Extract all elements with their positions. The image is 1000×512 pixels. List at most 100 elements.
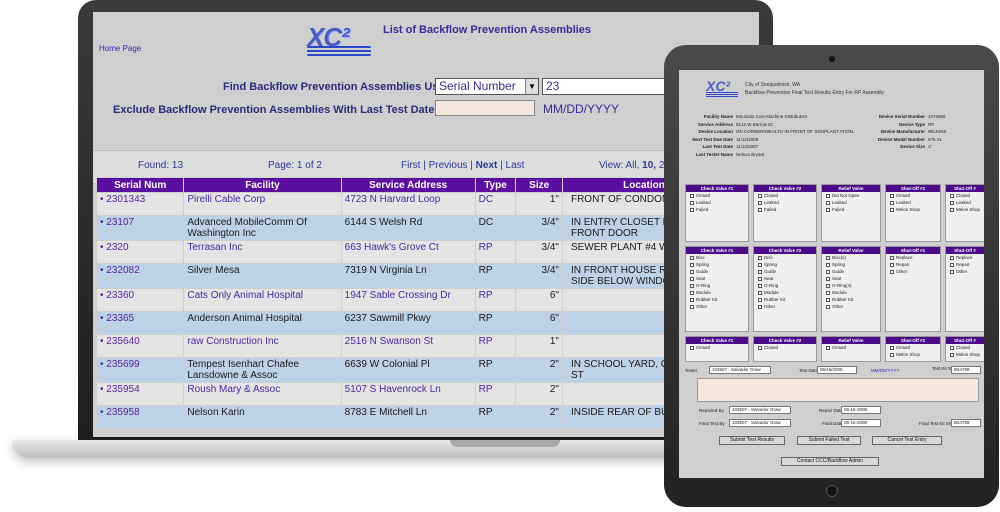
serial-cell[interactable]: 23107 — [95, 215, 185, 241]
checkbox-row[interactable]: Replace — [886, 254, 940, 261]
col-type[interactable]: Type — [474, 177, 517, 193]
checkbox-row[interactable]: Leaked — [686, 199, 748, 206]
checkbox-row[interactable]: Other — [886, 268, 940, 275]
col-serial-num[interactable]: Serial Num — [95, 177, 185, 193]
serial-cell[interactable]: 232082 — [95, 263, 185, 289]
checkbox[interactable] — [950, 193, 954, 198]
serial-cell[interactable]: 23360 — [95, 288, 185, 312]
checkbox-row[interactable]: Rubber Kit — [822, 296, 880, 303]
checkbox-row[interactable]: O-Ring — [754, 282, 816, 289]
checkbox[interactable] — [950, 207, 954, 212]
checkbox[interactable] — [758, 200, 762, 205]
table-row[interactable]: 235958Nelson Karin8783 E Mitchell LnRP2"… — [95, 405, 759, 429]
checkbox[interactable] — [890, 269, 894, 274]
checkbox-row[interactable]: Closed — [754, 192, 816, 199]
checkbox[interactable] — [826, 255, 830, 260]
checkbox-row[interactable]: Spring — [754, 261, 816, 268]
checkbox-row[interactable]: Closed — [686, 192, 748, 199]
checkbox[interactable] — [826, 269, 830, 274]
table-row[interactable]: 235954Roush Mary & Assoc5107 S Havenrock… — [95, 382, 759, 406]
checkbox[interactable] — [950, 352, 954, 357]
checkbox-row[interactable]: Guide — [754, 268, 816, 275]
checkbox[interactable] — [758, 283, 762, 288]
checkbox-row[interactable]: Disc — [686, 254, 748, 261]
checkbox-row[interactable]: Spring — [822, 261, 880, 268]
repaired-by-select[interactable]: 103507 - Salvador Graw — [729, 406, 791, 414]
checkbox[interactable] — [758, 304, 762, 309]
checkbox[interactable] — [826, 290, 830, 295]
checkbox[interactable] — [890, 345, 894, 350]
checkbox[interactable] — [758, 255, 762, 260]
checkbox[interactable] — [690, 193, 694, 198]
checkbox[interactable] — [826, 193, 830, 198]
checkbox[interactable] — [690, 345, 694, 350]
table-row[interactable]: 23107Advanced MobileComm Of Washington I… — [95, 215, 759, 241]
test-kit-input[interactable]: B54789 — [951, 366, 981, 374]
checkbox-row[interactable]: Rubber Kit — [754, 296, 816, 303]
checkbox[interactable] — [826, 304, 830, 309]
final-test-by-select[interactable]: 103507 - Salvador Graw — [729, 419, 791, 427]
table-row[interactable]: 232082Silver Mesa7319 N Virginia LnRP3/4… — [95, 263, 759, 289]
table-row[interactable]: 235640raw Construction Inc2516 N Swanson… — [95, 334, 759, 358]
checkbox[interactable] — [890, 200, 894, 205]
col-facility[interactable]: Facility — [183, 177, 342, 193]
home-button[interactable] — [826, 485, 838, 497]
col-service-address[interactable]: Service Address — [340, 177, 476, 193]
final-date-input[interactable]: 06-16-2008 — [841, 419, 881, 427]
checkbox[interactable] — [950, 345, 954, 350]
checkbox[interactable] — [690, 269, 694, 274]
table-row[interactable]: 23365Anderson Animal Hospital6237 Sawmil… — [95, 311, 759, 335]
checkbox-row[interactable]: Melon Shop — [946, 351, 984, 358]
cancel-test-entry-button[interactable]: Cancel Test Entry — [872, 436, 942, 445]
checkbox[interactable] — [758, 207, 762, 212]
contact-admin-button[interactable]: Contact CCC/Backflow Admin — [781, 457, 879, 466]
checkbox-row[interactable]: Guide — [686, 268, 748, 275]
checkbox-row[interactable]: Rubber Kit — [686, 296, 748, 303]
checkbox-row[interactable]: Repair — [946, 261, 984, 268]
col-size[interactable]: Size — [515, 177, 563, 193]
comments-textarea[interactable] — [697, 378, 979, 402]
checkbox[interactable] — [826, 207, 830, 212]
serial-cell[interactable]: 235958 — [95, 405, 185, 429]
checkbox-row[interactable]: O-Ring(s) — [822, 282, 880, 289]
checkbox-row[interactable]: Seat — [822, 275, 880, 282]
checkbox[interactable] — [758, 262, 762, 267]
checkbox[interactable] — [950, 262, 954, 267]
checkbox-row[interactable]: Replace — [946, 254, 984, 261]
checkbox[interactable] — [826, 297, 830, 302]
checkbox-row[interactable]: Closed — [886, 192, 940, 199]
checkbox[interactable] — [890, 352, 894, 357]
table-row[interactable]: 235699Tempest Isenhart Chafee Lansdowne … — [95, 357, 759, 383]
checkbox-row[interactable]: Leaked — [754, 199, 816, 206]
serial-cell[interactable]: 2301343 — [95, 192, 185, 216]
checkbox[interactable] — [890, 207, 894, 212]
checkbox-row[interactable]: Closed — [946, 192, 984, 199]
table-row[interactable]: 23360Cats Only Animal Hospital1947 Sable… — [95, 288, 759, 312]
checkbox[interactable] — [690, 283, 694, 288]
tester-select[interactable]: 103507 - Salvador Graw — [709, 366, 771, 374]
checkbox-row[interactable]: Did Not Open — [822, 192, 880, 199]
checkbox-row[interactable]: Melon Shop — [886, 206, 940, 213]
submit-failed-test-button[interactable]: Submit Failed Test — [797, 436, 861, 445]
test-date-input[interactable]: 06/16/2008 — [817, 366, 857, 374]
checkbox[interactable] — [758, 276, 762, 281]
checkbox[interactable] — [758, 290, 762, 295]
checkbox-row[interactable]: Module — [686, 289, 748, 296]
checkbox[interactable] — [690, 297, 694, 302]
checkbox[interactable] — [950, 200, 954, 205]
submit-test-results-button[interactable]: Submit Test Results — [719, 436, 785, 445]
checkbox-row[interactable]: O-Ring — [686, 282, 748, 289]
checkbox-row[interactable]: Closed — [946, 344, 984, 351]
serial-cell[interactable]: 235954 — [95, 382, 185, 406]
checkbox[interactable] — [690, 304, 694, 309]
checkbox[interactable] — [758, 193, 762, 198]
checkbox-row[interactable]: Disc — [754, 254, 816, 261]
checkbox[interactable] — [826, 276, 830, 281]
checkbox-row[interactable]: Other — [822, 303, 880, 310]
checkbox-row[interactable]: Other — [686, 303, 748, 310]
checkbox[interactable] — [690, 290, 694, 295]
table-row[interactable]: 2301343Pirelli Cable Corp4723 N Harvard … — [95, 192, 759, 216]
serial-cell[interactable]: 235699 — [95, 357, 185, 383]
checkbox[interactable] — [890, 262, 894, 267]
checkbox[interactable] — [826, 345, 830, 350]
